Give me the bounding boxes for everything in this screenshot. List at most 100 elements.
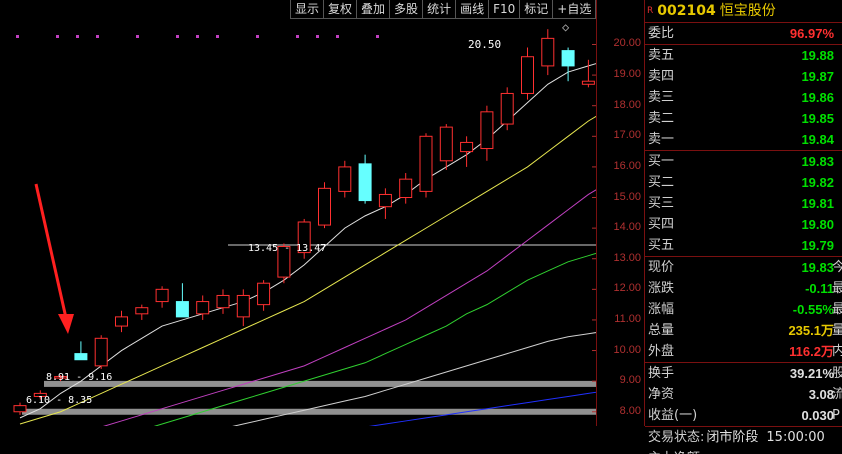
row-value: 235.1万: [788, 323, 834, 338]
row-value: 19.79: [801, 238, 834, 253]
row-value: 0.030: [801, 408, 834, 423]
stock-name: 恒宝股份: [719, 3, 776, 19]
y-axis-tick-label: 11.00: [614, 312, 641, 325]
candle-up: [115, 316, 128, 327]
row-label: 买四: [648, 217, 675, 232]
diamond-icon: ◇: [562, 20, 570, 34]
candle-up: [399, 178, 413, 199]
buy-orders: 买一 19.83 买二 19.82 买三 19.81 买四 19.80 买五 19.79: [645, 150, 842, 256]
candle-up: [13, 405, 27, 413]
status-time: 15:00:00: [766, 430, 825, 445]
candle-up: [196, 301, 210, 315]
row-value: -0.55%: [792, 302, 834, 317]
row-value: 19.87: [801, 69, 834, 84]
earnings-row: 收益(一) 0.030 P: [645, 405, 842, 426]
row-extra-label: 量: [832, 323, 842, 338]
row-value: 3.08: [808, 387, 834, 402]
arrow-head-icon: [58, 314, 74, 334]
sell-row: 卖一 19.84: [645, 129, 842, 150]
candle-down: [358, 163, 372, 202]
row-label: 净资: [648, 387, 675, 402]
price-axis: 20.00 19.00 18.00 17.00 16.00 15.00 14.00 13.00…: [596, 0, 645, 426]
y-axis-tick-label: 8.00: [619, 404, 641, 417]
candle-up: [460, 141, 474, 153]
event-marker: [136, 35, 139, 38]
toolbar-rights-button[interactable]: 复权: [324, 0, 358, 19]
candle-up: [135, 307, 149, 315]
toolbar-draw-button[interactable]: 画线: [456, 0, 490, 19]
row-label: 买二: [648, 175, 675, 190]
y-axis-tick-label: 16.00: [613, 159, 641, 172]
toolbar-add-watchlist-button[interactable]: +自选: [553, 0, 597, 19]
row-label: 卖二: [648, 111, 675, 126]
event-marker: [256, 35, 259, 38]
moving-average-line: [153, 252, 596, 426]
kline-chart-area[interactable]: 显示 复权 叠加 多股 统计 画线 F10 标记 +自选 返回 ◇ 20.50 …: [0, 0, 630, 426]
event-marker: [56, 35, 59, 38]
row-label: 总量: [648, 323, 675, 338]
candle-up: [439, 126, 453, 162]
row-extra-label: P: [832, 408, 840, 423]
moving-average-line: [368, 391, 596, 426]
event-marker: [336, 35, 339, 38]
row-value: 19.84: [801, 132, 834, 147]
candle-up: [257, 282, 271, 306]
outer-volume-row: 外盘 116.2万内: [645, 341, 842, 362]
y-axis-tick-label: 15.00: [613, 190, 641, 203]
row-value: 19.85: [801, 111, 834, 126]
event-marker: [376, 35, 379, 38]
toolbar-stats-button[interactable]: 统计: [423, 0, 457, 19]
row-extra-label: 最: [832, 281, 842, 296]
row-label: 换手: [648, 366, 675, 381]
row-label: 卖一: [648, 132, 675, 147]
range-label-mid: 13.45 - 13.47: [248, 243, 327, 254]
row-label: 收益(一): [648, 408, 698, 423]
row-extra-label: 最: [832, 302, 842, 317]
status-value: 闭市阶段: [706, 430, 759, 445]
kline-chart[interactable]: [0, 0, 596, 426]
main-net-label: 主力净额: [645, 448, 700, 454]
y-axis-tick-label: 20.00: [613, 37, 641, 50]
toolbar-multistock-button[interactable]: 多股: [390, 0, 424, 19]
y-axis-tick-label: 14.00: [613, 221, 641, 234]
row-label: 卖五: [648, 48, 675, 63]
sell-orders: 卖五 19.88 卖四 19.87 卖三 19.86 卖二 19.85 卖一 19.84: [645, 44, 842, 150]
main-net-row: 主力净额: [645, 448, 842, 454]
y-axis-tick-label: 9.00: [619, 374, 641, 387]
volume-row: 总量 235.1万量: [645, 320, 842, 341]
sell-row: 卖五 19.88: [645, 45, 842, 66]
range-label-1: 6.10 - 8.35: [26, 395, 93, 406]
high-price-label: 20.50: [468, 38, 502, 51]
row-value: 19.81: [801, 196, 834, 211]
row-value: 19.80: [801, 217, 834, 232]
toolbar-overlay-button[interactable]: 叠加: [357, 0, 391, 19]
row-value: -0.11: [805, 281, 834, 296]
row-label: 委比: [648, 26, 675, 41]
candle-down: [74, 353, 88, 361]
sell-row: 卖四 19.87: [645, 66, 842, 87]
change-row: 涨跌 -0.11 最: [645, 278, 842, 299]
row-value: 19.86: [801, 90, 834, 105]
sell-row: 卖三 19.86: [645, 87, 842, 108]
toolbar-f10-button[interactable]: F10: [489, 0, 521, 19]
event-marker: [96, 35, 99, 38]
row-extra-label: 流: [832, 387, 842, 402]
chart-toolbar: 显示 复权 叠加 多股 统计 画线 F10 标记 +自选 返回: [290, 0, 630, 19]
y-axis-tick-label: 17.00: [613, 129, 641, 142]
candle-up: [500, 92, 514, 125]
toolbar-mark-button[interactable]: 标记: [520, 0, 554, 19]
price-row: 现价 19.83 今: [645, 257, 842, 278]
status-label: 交易状态:: [648, 430, 705, 445]
candle-down: [561, 50, 575, 67]
arrow-annotation: [34, 183, 68, 319]
candle-up: [378, 193, 392, 208]
toolbar-display-button[interactable]: 显示: [290, 0, 325, 19]
quote-panel: R 002104 恒宝股份 委比 96.97% 卖五 19.88 卖四 19.87 …: [644, 0, 842, 454]
buy-row: 买五 19.79: [645, 235, 842, 256]
stock-code: 002104: [657, 3, 716, 19]
candle-up: [541, 37, 555, 67]
change-pct-row: 涨幅 -0.55% 最: [645, 299, 842, 320]
sell-row: 卖二 19.85: [645, 108, 842, 129]
stock-header: R 002104 恒宝股份: [645, 0, 842, 22]
event-marker: [216, 35, 219, 38]
